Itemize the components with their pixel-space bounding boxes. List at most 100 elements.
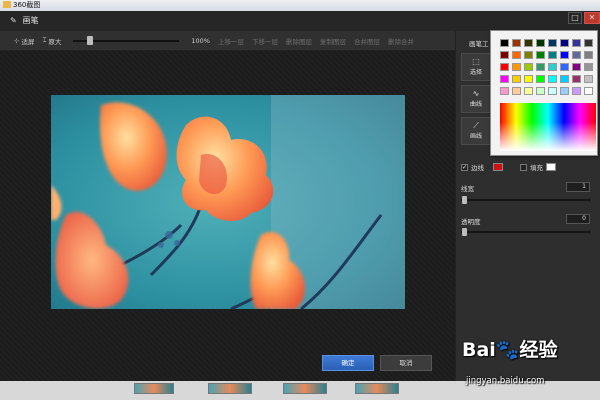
thumbnail-item[interactable] bbox=[355, 383, 399, 394]
color-swatch[interactable] bbox=[584, 75, 593, 83]
line-width-input[interactable]: 1 bbox=[566, 182, 590, 192]
watermark-url: jingyan.baidu.com bbox=[466, 376, 545, 386]
color-spectrum[interactable] bbox=[500, 103, 596, 151]
color-swatch[interactable] bbox=[548, 63, 557, 71]
color-swatch[interactable] bbox=[560, 75, 569, 83]
color-swatch[interactable] bbox=[536, 87, 545, 95]
zoom-slider-thumb[interactable] bbox=[87, 35, 94, 45]
delete-merge-button[interactable]: 删除合并 bbox=[388, 36, 414, 46]
fill-color-swatch[interactable] bbox=[546, 163, 556, 171]
actual-size-icon: ⌶ bbox=[42, 36, 47, 44]
watermark-logo: Bai🐾经验 bbox=[462, 339, 558, 361]
color-swatch[interactable] bbox=[512, 39, 521, 47]
ok-button[interactable]: 确定 bbox=[322, 355, 374, 371]
color-swatch[interactable] bbox=[500, 63, 509, 71]
border-color-swatch[interactable] bbox=[493, 163, 503, 171]
color-swatch[interactable] bbox=[536, 63, 545, 71]
baidu-jingyan-watermark: Bai🐾经验 jingyan.baidu.com bbox=[460, 333, 600, 400]
color-swatch[interactable] bbox=[560, 51, 569, 59]
color-swatch[interactable] bbox=[572, 87, 581, 95]
layer-toolbar: ⊹ 适屏 ⌶ 原大 100% 上移一层 下移一层 删除图层 复制图层 合并图层 删除… bbox=[0, 31, 455, 51]
color-swatch[interactable] bbox=[584, 63, 593, 71]
thumbnail-item[interactable] bbox=[134, 383, 174, 394]
color-swatch[interactable] bbox=[536, 51, 545, 59]
color-swatch[interactable] bbox=[548, 39, 557, 47]
copy-layer-button[interactable]: 复制图层 bbox=[320, 36, 346, 46]
color-swatch[interactable] bbox=[500, 75, 509, 83]
move-up-layer-button[interactable]: 上移一层 bbox=[218, 36, 244, 46]
color-swatch[interactable] bbox=[584, 51, 593, 59]
color-swatch[interactable] bbox=[512, 75, 521, 83]
close-button[interactable]: ✕ bbox=[584, 12, 600, 24]
curve-tool-button[interactable]: ∿ 曲线 bbox=[461, 85, 491, 113]
zoom-value: 100% bbox=[191, 36, 210, 45]
color-swatch[interactable] bbox=[560, 87, 569, 95]
dialog-title-bar[interactable]: ✎ 画笔 bbox=[0, 11, 600, 31]
merge-layer-button[interactable]: 合并图层 bbox=[354, 36, 380, 46]
color-swatch[interactable] bbox=[524, 39, 533, 47]
line-width-slider-thumb[interactable] bbox=[462, 196, 467, 204]
brush-icon: ✎ bbox=[10, 16, 17, 25]
border-row: ✓ 边线 填充 bbox=[461, 162, 556, 172]
color-swatch[interactable] bbox=[572, 63, 581, 71]
color-swatch[interactable] bbox=[524, 87, 533, 95]
dialog-title: 画笔 bbox=[22, 16, 39, 25]
color-swatch[interactable] bbox=[548, 75, 557, 83]
window-controls: □ ✕ bbox=[568, 12, 600, 24]
move-down-layer-button[interactable]: 下移一层 bbox=[252, 36, 278, 46]
color-swatch[interactable] bbox=[524, 75, 533, 83]
color-swatch[interactable] bbox=[548, 51, 557, 59]
select-tool-button[interactable]: ⬚ 选择 bbox=[461, 53, 491, 81]
outer-title-bar: 360截图 bbox=[0, 0, 600, 11]
color-swatch[interactable] bbox=[548, 87, 557, 95]
color-swatch[interactable] bbox=[524, 63, 533, 71]
fit-screen-icon: ⊹ bbox=[14, 36, 20, 45]
fill-checkbox[interactable] bbox=[520, 163, 527, 171]
color-swatch[interactable] bbox=[500, 39, 509, 47]
color-swatch[interactable] bbox=[500, 51, 509, 59]
curve-tool-label: 曲线 bbox=[469, 101, 482, 108]
border-checkbox[interactable]: ✓ bbox=[461, 163, 468, 171]
color-swatch[interactable] bbox=[584, 39, 593, 47]
opacity-label: 透明度 bbox=[461, 218, 481, 226]
color-swatch[interactable] bbox=[572, 75, 581, 83]
opacity-slider[interactable] bbox=[461, 231, 591, 233]
line-width-slider[interactable] bbox=[461, 199, 591, 201]
color-swatch[interactable] bbox=[536, 39, 545, 47]
opacity-input[interactable]: 0 bbox=[566, 214, 590, 224]
color-swatch[interactable] bbox=[584, 87, 593, 95]
line-width-label: 线宽 bbox=[461, 185, 474, 193]
fill-label: 填充 bbox=[530, 164, 543, 172]
cancel-button[interactable]: 取消 bbox=[380, 355, 432, 371]
zoom-slider[interactable] bbox=[73, 35, 180, 45]
minimize-button[interactable]: □ bbox=[568, 12, 582, 24]
color-swatch[interactable] bbox=[524, 51, 533, 59]
flower-photo[interactable] bbox=[51, 95, 405, 309]
color-swatch[interactable] bbox=[512, 87, 521, 95]
actual-size-label: 原大 bbox=[48, 37, 62, 46]
select-icon: ⬚ bbox=[472, 57, 480, 66]
actual-size-button[interactable]: ⌶ 原大 bbox=[42, 36, 61, 46]
fit-screen-button[interactable]: ⊹ 适屏 bbox=[14, 36, 34, 46]
color-swatch[interactable] bbox=[572, 39, 581, 47]
color-swatch[interactable] bbox=[536, 75, 545, 83]
color-swatch[interactable] bbox=[572, 51, 581, 59]
color-swatch[interactable] bbox=[512, 51, 521, 59]
opacity-slider-thumb[interactable] bbox=[462, 228, 467, 236]
color-swatch[interactable] bbox=[560, 63, 569, 71]
delete-layer-button[interactable]: 删除图层 bbox=[286, 36, 312, 46]
line-tool-button[interactable]: ⟋ 画线 bbox=[461, 117, 491, 145]
outer-title: 360截图 bbox=[13, 1, 41, 9]
select-tool-label: 选择 bbox=[469, 69, 482, 76]
thumbnail-item[interactable] bbox=[283, 383, 327, 394]
color-swatch[interactable] bbox=[560, 39, 569, 47]
color-palette-popup bbox=[490, 30, 598, 156]
curve-icon: ∿ bbox=[472, 89, 480, 98]
border-label: 边线 bbox=[471, 164, 484, 172]
color-swatch[interactable] bbox=[512, 63, 521, 71]
color-swatch[interactable] bbox=[500, 87, 509, 95]
line-icon: ⟋ bbox=[473, 121, 479, 130]
flower-photo-image bbox=[51, 95, 405, 309]
app-icon bbox=[3, 1, 11, 8]
thumbnail-item[interactable] bbox=[208, 383, 252, 394]
